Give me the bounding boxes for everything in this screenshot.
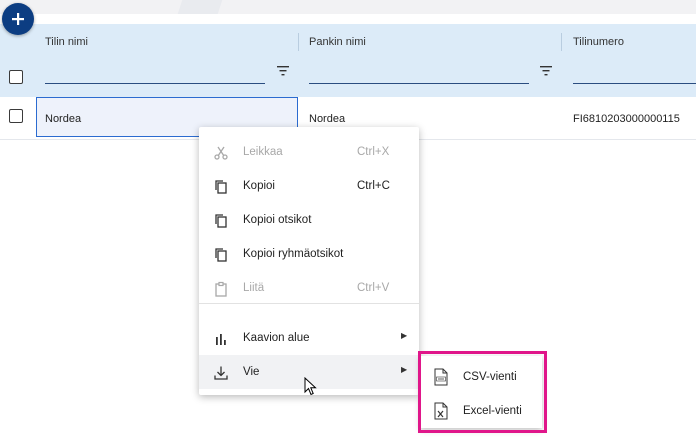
menu-item-label: Kaavion alue <box>243 332 310 344</box>
download-icon <box>214 366 228 380</box>
top-strip-decoration <box>177 0 223 14</box>
grid-header: Tilin nimi Pankin nimi Tilinumero <box>0 24 696 97</box>
filter-icon[interactable] <box>276 65 290 77</box>
submenu-arrow-icon: ▶ <box>401 331 408 340</box>
column-separator[interactable] <box>561 33 562 51</box>
column-header-account-name[interactable]: Tilin nimi <box>45 36 88 48</box>
scissors-icon <box>214 146 228 160</box>
menu-item-paste[interactable]: Liitä Ctrl+V <box>199 271 419 305</box>
plus-icon <box>12 13 24 25</box>
account-number-filter-input[interactable] <box>573 83 696 84</box>
menu-item-label: Kopioi ryhmäotsikot <box>243 248 344 260</box>
select-all-checkbox[interactable] <box>9 70 23 84</box>
menu-item-chart-range[interactable]: Kaavion alue ▶ <box>199 321 419 355</box>
account-name-filter-input[interactable] <box>45 83 265 84</box>
submenu-arrow-icon: ▶ <box>401 365 408 374</box>
menu-item-cut[interactable]: Leikkaa Ctrl+X <box>199 135 419 169</box>
cell-account-number[interactable]: FI6810203000000115 <box>573 113 680 125</box>
menu-item-shortcut: Ctrl+V <box>357 282 390 294</box>
row-select-checkbox[interactable] <box>9 109 23 123</box>
copy-icon <box>215 248 227 262</box>
menu-item-label: Liitä <box>243 282 265 294</box>
menu-item-label: Kopioi otsikot <box>243 214 312 226</box>
menu-item-shortcut: Ctrl+C <box>357 180 390 192</box>
column-header-bank-name[interactable]: Pankin nimi <box>309 36 366 48</box>
copy-icon <box>215 214 227 228</box>
menu-separator <box>199 303 419 304</box>
mouse-cursor-icon <box>304 377 317 396</box>
bank-name-filter-input[interactable] <box>309 83 529 84</box>
cell-bank-name[interactable]: Nordea <box>309 113 345 125</box>
menu-item-copy-headers[interactable]: Kopioi otsikot <box>199 203 419 237</box>
bar-chart-icon <box>216 334 226 345</box>
context-menu: Leikkaa Ctrl+X Kopioi Ctrl+C Kopioi otsi… <box>199 127 419 395</box>
menu-item-label: Leikkaa <box>243 146 283 158</box>
menu-item-copy-group-headers[interactable]: Kopioi ryhmäotsikot <box>199 237 419 271</box>
cell-account-name[interactable]: Nordea <box>45 113 81 125</box>
add-button[interactable] <box>2 3 34 35</box>
menu-item-label: Vie <box>243 366 260 378</box>
column-separator[interactable] <box>298 33 299 51</box>
clipboard-icon <box>215 281 227 297</box>
copy-icon <box>215 180 227 194</box>
top-strip <box>0 0 696 14</box>
menu-item-label: Kopioi <box>243 180 275 192</box>
highlight-box <box>418 351 547 433</box>
menu-item-shortcut: Ctrl+X <box>357 146 390 158</box>
menu-item-copy[interactable]: Kopioi Ctrl+C <box>199 169 419 203</box>
filter-icon[interactable] <box>539 65 553 77</box>
column-header-account-number[interactable]: Tilinumero <box>573 36 624 48</box>
